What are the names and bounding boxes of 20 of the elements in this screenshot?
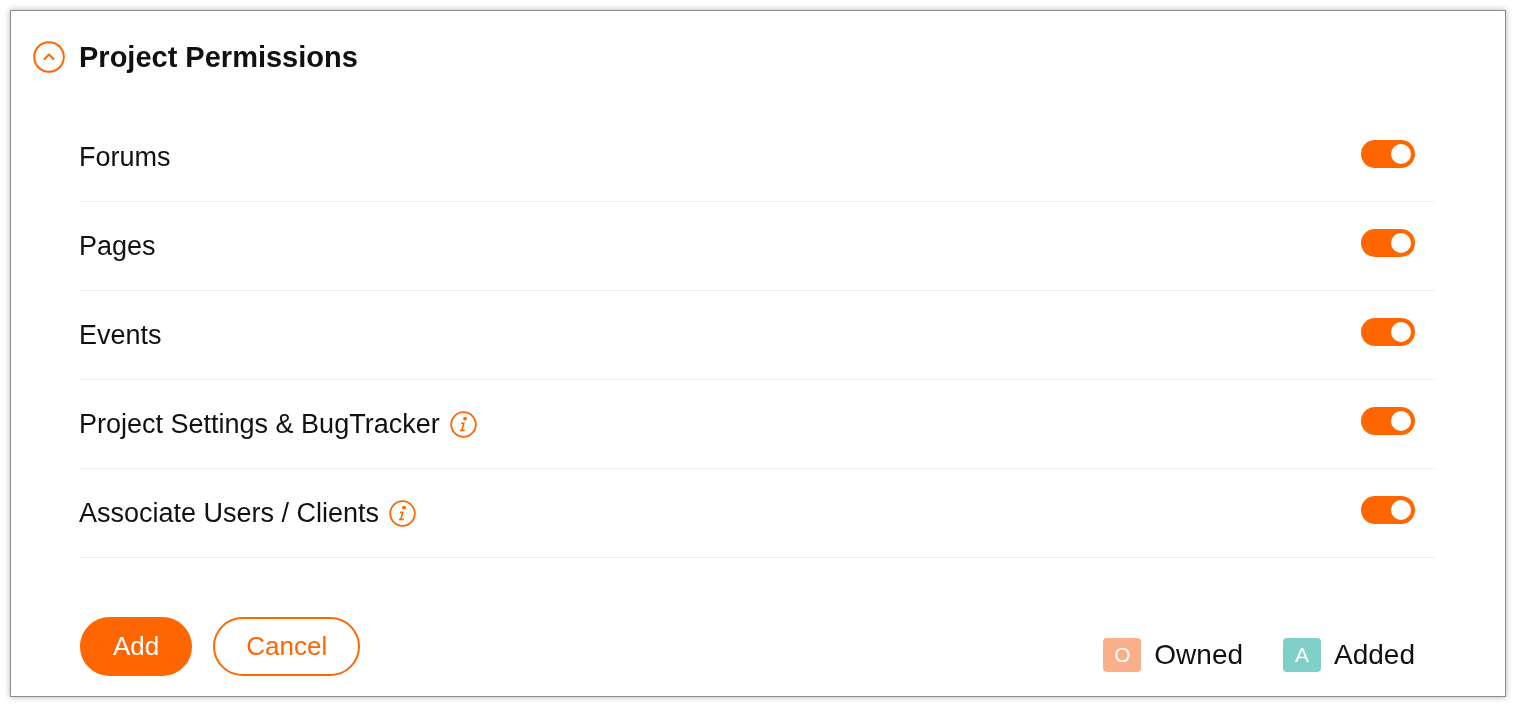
legend-label: Owned [1154, 639, 1244, 671]
toggle-switch[interactable] [1361, 318, 1415, 346]
cancel-button[interactable]: Cancel [213, 617, 361, 676]
permission-label: Events [79, 319, 162, 351]
toggle-switch[interactable] [1361, 229, 1415, 257]
permission-label: Forums [79, 141, 171, 173]
section-title: Project Permissions [79, 40, 358, 75]
legend-badge: O [1103, 638, 1142, 672]
add-button[interactable]: Add [80, 617, 193, 676]
chevron-up-icon[interactable] [33, 41, 65, 73]
info-icon[interactable] [389, 499, 417, 527]
legend-label: Added [1334, 639, 1415, 671]
info-icon[interactable] [449, 410, 477, 438]
legend-badge: A [1283, 638, 1322, 672]
permission-label: Project Settings & BugTracker [79, 408, 440, 440]
permission-label: Pages [79, 230, 156, 262]
toggle-switch[interactable] [1361, 407, 1415, 435]
toggle-switch[interactable] [1361, 140, 1415, 168]
toggle-switch[interactable] [1361, 496, 1415, 524]
permission-label: Associate Users / Clients [79, 497, 380, 529]
